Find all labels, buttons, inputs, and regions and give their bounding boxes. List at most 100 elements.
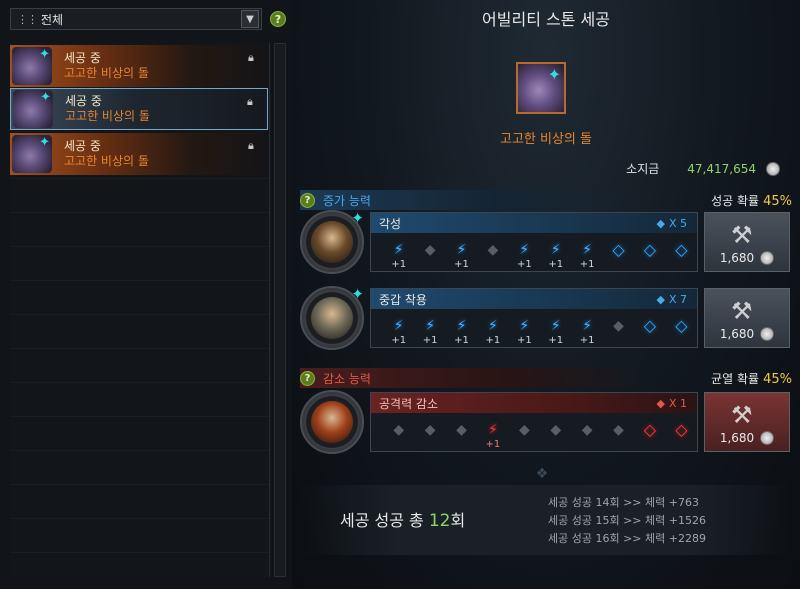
facet-node-empty: ◇ — [612, 240, 625, 259]
item-status: 세공 중 — [64, 51, 101, 65]
sparkle-icon: ✦ — [547, 65, 561, 84]
summary-panel: 세공 성공 총 12회 세공 성공 14회 >> 체력 +763 세공 성공 1… — [300, 485, 792, 555]
ability-name: 각성 — [379, 216, 402, 231]
facet-node-empty: ◇ — [643, 316, 657, 335]
facet-node-success: ⚡ +1 — [454, 242, 469, 270]
facet-node-success: ⚡ +1 — [579, 242, 595, 270]
engraving-icon: ✦ — [300, 209, 364, 274]
facet-node-fail: ◆ — [456, 422, 467, 438]
hammer-icon: ⚒ — [731, 401, 753, 429]
faceting-panel: 어빌리티 스톤 세공 ✦ 고고한 비상의 돌 소지금 47,417,654 ? … — [292, 0, 800, 589]
bonus-entry: 세공 성공 14회 >> 체력 +763 — [548, 496, 699, 509]
facet-button[interactable]: ⚒ 1,680 — [704, 288, 790, 348]
engraving-icon: ✦ — [300, 285, 364, 350]
facet-node-success: ⚡ +1 — [391, 242, 407, 270]
silver-coin-icon — [760, 251, 775, 265]
facet-button[interactable]: ⚒ 1,680 — [704, 212, 790, 272]
multiplier: ◆ X 1 — [656, 396, 688, 410]
facet-node-empty: ◇ — [643, 420, 657, 439]
ability-row: ✦ 각성 ◆ X 5 ⚡ +1 ◆ ⚡ +1 ◆ ⚡ +1 ⚡ +1 ⚡ +1 ◇ ◇ ◇ ⚒ 1,680 — [300, 209, 792, 274]
silver-coin-icon — [766, 161, 780, 176]
facet-node-success: ⚡ +1 — [454, 318, 469, 346]
node-box: 중갑 착용 ◆ X 7 ⚡ +1 ⚡ +1 ⚡ +1 ⚡ +1 ⚡ +1 ⚡ +1 ⚡ +1 ◆ ◇ ◇ — [370, 288, 698, 348]
facet-node-success: ⚡ +1 — [422, 318, 438, 346]
facet-node-success: ⚡ +1 — [548, 242, 564, 270]
facet-node-fail: ◆ — [613, 422, 624, 438]
ability-row: ✦ 중갑 착용 ◆ X 7 ⚡ +1 ⚡ +1 ⚡ +1 ⚡ +1 ⚡ +1 ⚡ +1 ⚡ +1 ◆ ◇ ◇ ⚒ 1,680 — [300, 285, 792, 350]
section-label: 감소 능력 — [323, 371, 371, 386]
facet-node-fail: ◆ — [613, 318, 624, 334]
filter-dropdown[interactable]: ⋮⋮⋮ 전체 ▼ — [10, 8, 262, 30]
facet-node-fail: ◆ — [424, 422, 436, 438]
item-status: 세공 중 — [65, 94, 102, 108]
lock-icon[interactable]: 🔒︎ — [248, 51, 260, 65]
ornament-divider: ❖ — [535, 466, 549, 482]
sparkle-icon: ✦ — [351, 285, 364, 303]
facet-node-success: ⚡ +1 — [485, 422, 501, 450]
item-name: 고고한 비상의 돌 — [64, 154, 149, 168]
item-name: 고고한 비상의 돌 — [64, 66, 149, 80]
ability-name-bar: 각성 ◆ X 5 — [371, 213, 697, 233]
engraving-portrait — [311, 221, 353, 263]
stone-icon: ✦ — [13, 90, 53, 128]
page-title: 어빌리티 스톤 세공 — [482, 10, 610, 29]
facet-node-fail: ◆ — [393, 422, 405, 438]
item-status: 세공 중 — [64, 139, 101, 153]
increase-section-header: ? 증가 능력 성공 확률 45% — [300, 190, 792, 210]
engraving-portrait — [311, 297, 353, 339]
scrollbar[interactable] — [274, 43, 286, 577]
engraving-portrait — [311, 401, 353, 443]
stone-list-panel: ⋮⋮⋮ 전체 ▼ ? ✦ 세공 중 고고한 비상의 돌 🔒︎ ✦ 세공 중 고고… — [0, 0, 292, 589]
multiplier-icon: ◆ — [656, 396, 665, 410]
bonus-entry: 세공 성공 16회 >> 체력 +2289 — [548, 532, 706, 545]
multiplier: ◆ X 5 — [656, 216, 688, 230]
grid-icon: ⋮⋮⋮ — [17, 12, 48, 26]
sparkle-icon: ✦ — [39, 135, 50, 150]
gold-label: 소지금 — [626, 162, 660, 176]
list-item[interactable]: ✦ 세공 중 고고한 비상의 돌 🔒︎ — [10, 88, 268, 130]
ability-name: 공격력 감소 — [379, 396, 439, 411]
facet-node-success: ⚡ +1 — [516, 318, 532, 346]
hammer-icon: ⚒ — [731, 297, 753, 325]
decrease-section-header: ? 감소 능력 균열 확률 45% — [300, 368, 792, 388]
list-item[interactable]: ✦ 세공 중 고고한 비상의 돌 🔒︎ — [10, 133, 268, 175]
success-rate: 성공 확률 45% — [711, 193, 792, 209]
multiplier-icon: ◆ — [656, 292, 665, 306]
facet-cost: 1,680 — [720, 327, 775, 341]
ability-name-bar: 중갑 착용 ◆ X 7 — [371, 289, 697, 309]
list-item[interactable]: ✦ 세공 중 고고한 비상의 돌 🔒︎ — [10, 45, 268, 87]
facet-button[interactable]: ⚒ 1,680 — [704, 392, 790, 452]
chevron-down-icon[interactable]: ▼ — [241, 10, 259, 28]
gold-display: 소지금 47,417,654 — [626, 160, 780, 177]
help-icon[interactable]: ? — [300, 370, 315, 386]
lock-icon[interactable]: 🔒︎ — [248, 139, 260, 153]
facet-node-success: ⚡ +1 — [391, 318, 407, 346]
bonus-entry: 세공 성공 15회 >> 체력 +1526 — [548, 514, 706, 527]
summary-total: 세공 성공 총 12회 — [340, 511, 466, 531]
facet-node-fail: ◆ — [424, 242, 436, 258]
silver-coin-icon — [760, 431, 775, 445]
sparkle-icon: ✦ — [351, 209, 364, 227]
ability-name: 중갑 착용 — [379, 292, 427, 307]
item-name: 고고한 비상의 돌 — [65, 109, 150, 123]
engraving-icon — [300, 390, 364, 454]
silver-coin-icon — [760, 327, 775, 341]
facet-node-empty: ◇ — [643, 240, 657, 259]
node-box: 각성 ◆ X 5 ⚡ +1 ◆ ⚡ +1 ◆ ⚡ +1 ⚡ +1 ⚡ +1 ◇ ◇ ◇ — [370, 212, 698, 272]
help-icon[interactable]: ? — [300, 192, 315, 208]
facet-cost: 1,680 — [720, 431, 775, 445]
facet-node-fail: ◆ — [487, 242, 499, 258]
gold-value: 47,417,654 — [687, 161, 756, 176]
ability-name-bar: 공격력 감소 ◆ X 1 — [371, 393, 697, 413]
ability-row: 공격력 감소 ◆ X 1 ◆ ◆ ◆ ⚡ +1 ◆ ◆ ◆ ◆ ◇ ◇ ⚒ 1,680 — [300, 390, 792, 454]
facet-node-empty: ◇ — [675, 420, 688, 439]
facet-node-success: ⚡ +1 — [485, 318, 501, 346]
stone-icon: ✦ — [12, 135, 52, 173]
help-icon[interactable]: ? — [270, 11, 286, 27]
facet-node-empty: ◇ — [675, 240, 688, 259]
facet-cost: 1,680 — [720, 251, 775, 265]
lock-icon[interactable]: 🔒︎ — [247, 95, 259, 109]
facet-node-success: ⚡ +1 — [516, 242, 532, 270]
bonus-list: 세공 성공 14회 >> 체력 +763 세공 성공 15회 >> 체력 +15… — [548, 495, 706, 547]
multiplier-icon: ◆ — [656, 216, 665, 230]
